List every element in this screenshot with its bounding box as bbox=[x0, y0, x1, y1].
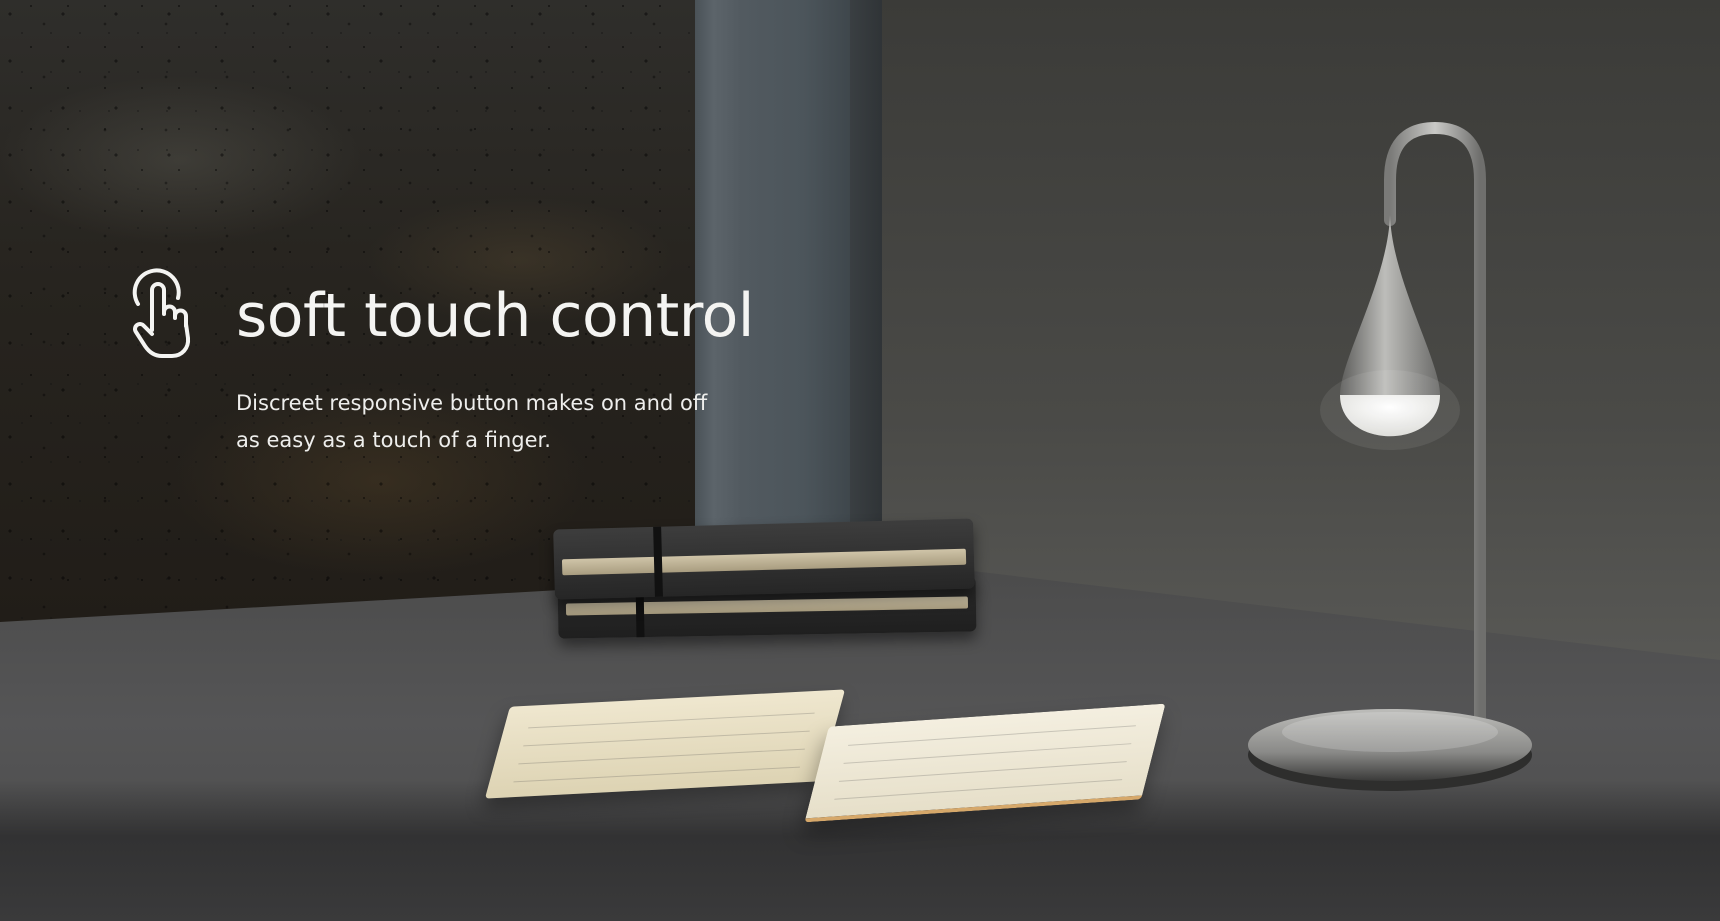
feature-description: Discreet responsive button makes on and … bbox=[236, 385, 796, 459]
touch-finger-icon bbox=[132, 268, 191, 358]
feature-overlay: soft touch control Discreet responsive b… bbox=[0, 0, 1720, 921]
description-line-2: as easy as a touch of a finger. bbox=[236, 428, 551, 452]
feature-title: soft touch control bbox=[236, 281, 754, 351]
hero-scene: soft touch control Discreet responsive b… bbox=[0, 0, 1720, 921]
description-line-1: Discreet responsive button makes on and … bbox=[236, 391, 708, 415]
